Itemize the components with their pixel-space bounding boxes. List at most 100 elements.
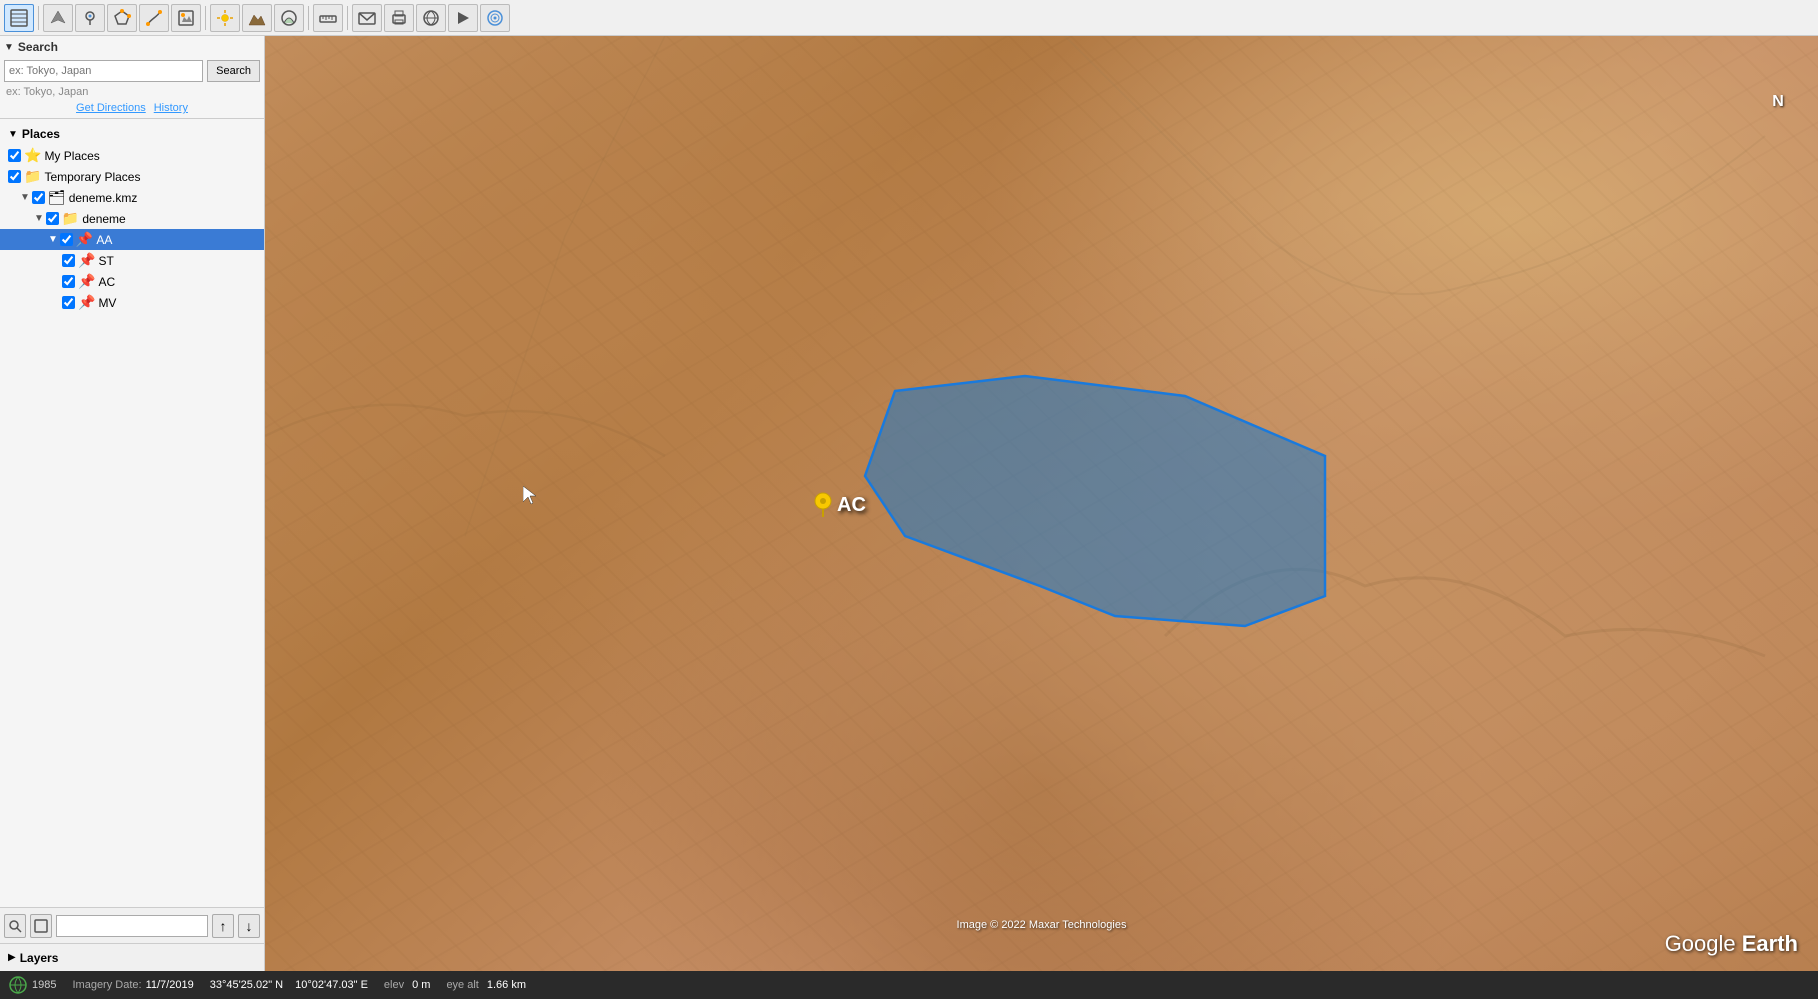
layers-panel[interactable]: ▶ Layers [0,943,264,971]
sidebar-up-btn[interactable]: ↑ [212,914,234,938]
my-places-label: My Places [44,149,99,163]
deneme-checkbox[interactable] [46,212,59,225]
status-globe-icon [8,975,28,995]
status-coords: 33°45'25.02" N 10°02'47.03" E [210,979,368,991]
map-view[interactable]: AC N Image © 2022 Maxar Technologies Goo… [265,36,1818,971]
toolbar-kml[interactable] [416,4,446,32]
toolbar-email[interactable] [352,4,382,32]
tree-item-st[interactable]: 📌 ST [0,250,264,271]
north-label: N [1772,93,1784,111]
mv-checkbox[interactable] [62,296,75,309]
my-places-icon: ⭐ [24,147,41,164]
search-row: Search [4,60,260,82]
status-eye-alt: eye alt 1.66 km [446,979,526,991]
toolbar-sky[interactable] [274,4,304,32]
toolbar-layers-toggle[interactable] [480,4,510,32]
layers-label: Layers [20,951,59,965]
tree-item-aa[interactable]: ▼ 📌 AA [0,229,264,250]
tree-item-temp-places[interactable]: 📁 Temporary Places [0,166,264,187]
toolbar-movie[interactable] [448,4,478,32]
google-text: Google [1665,931,1742,956]
ac-checkbox[interactable] [62,275,75,288]
toolbar-terrain[interactable] [242,4,272,32]
eye-alt-value: 1.66 km [487,979,526,991]
toolbar-add-path[interactable] [139,4,169,32]
temp-places-label: Temporary Places [44,170,140,184]
search-title: Search [18,40,58,54]
deneme-kmz-checkbox[interactable] [32,191,45,204]
places-header[interactable]: ▼ Places [0,123,264,145]
sidebar-bottom-bar: ↑ ↓ [0,907,264,943]
imagery-date-label: Imagery Date: [72,979,141,991]
ac-label: AC [98,275,115,289]
search-button[interactable]: Search [207,60,260,82]
status-year: 1985 [32,979,56,991]
toolbar-add-placemark[interactable] [75,4,105,32]
eye-alt-label: eye alt [446,979,478,991]
deneme-kmz-arrow: ▼ [20,192,30,203]
history-link[interactable]: History [154,102,188,114]
tree-item-deneme-kmz[interactable]: ▼ 🗂 deneme.kmz [0,187,264,208]
aa-label: AA [96,233,112,247]
aa-arrow: ▼ [48,234,58,245]
status-bar: 1985 Imagery Date: 11/7/2019 33°45'25.02… [0,971,1818,999]
google-earth-brand: Google Earth [1665,931,1798,957]
ac-polygon-svg [265,36,1818,971]
search-panel: ▼ Search Search ex: Tokyo, Japan Get Dir… [0,36,264,119]
lon-value: 10°02'47.03" E [295,979,368,991]
deneme-kmz-label: deneme.kmz [69,191,138,205]
elev-value: 0 m [412,979,430,991]
toolbar-globe-view[interactable] [4,4,34,32]
sidebar-search-field[interactable] [56,915,208,937]
toolbar-add-overlay[interactable] [171,4,201,32]
st-icon: 📌 [78,252,95,269]
tree-item-ac[interactable]: 📌 AC [0,271,264,292]
tree-item-my-places[interactable]: ⭐ My Places [0,145,264,166]
toolbar-add-polygon[interactable] [107,4,137,32]
toolbar-ruler[interactable] [313,4,343,32]
toolbar-sep-3 [308,6,309,30]
my-places-checkbox[interactable] [8,149,21,162]
sidebar-down-btn[interactable]: ↓ [238,914,260,938]
sidebar-layers-btn[interactable] [30,914,52,938]
toolbar-fly-to[interactable] [43,4,73,32]
temp-places-icon: 📁 [24,168,41,185]
sidebar: ▼ Search Search ex: Tokyo, Japan Get Dir… [0,36,265,971]
search-links: Get Directions History [4,102,260,114]
north-indicator: N [1762,86,1794,118]
deneme-arrow: ▼ [34,213,44,224]
aa-checkbox[interactable] [60,233,73,246]
earth-text: Earth [1742,931,1798,956]
elev-label: elev [384,979,404,991]
places-panel: ▼ Places ⭐ My Places 📁 Temporary Places … [0,119,264,907]
status-globe: 1985 [8,975,56,995]
search-hint: ex: Tokyo, Japan [4,86,260,98]
tree-item-mv[interactable]: 📌 MV [0,292,264,313]
get-directions-link[interactable]: Get Directions [76,102,146,114]
temp-places-checkbox[interactable] [8,170,21,183]
tree-item-deneme[interactable]: ▼ 📁 deneme [0,208,264,229]
deneme-label: deneme [82,212,125,226]
toolbar-print[interactable] [384,4,414,32]
places-arrow: ▼ [8,129,18,140]
search-arrow: ▼ [4,42,14,53]
mv-label: MV [98,296,116,310]
search-input[interactable] [4,60,203,82]
ac-map-label: AC [813,491,866,519]
ac-icon: 📌 [78,273,95,290]
toolbar-sep-1 [38,6,39,30]
imagery-date-value: 11/7/2019 [146,979,194,991]
toolbar-sep-2 [205,6,206,30]
status-imagery-date: Imagery Date: 11/7/2019 [72,979,193,991]
ac-text-label: AC [837,494,866,517]
sidebar-search-btn[interactable] [4,914,26,938]
ac-pin-icon [813,491,833,519]
search-header[interactable]: ▼ Search [4,40,260,54]
aa-icon: 📌 [76,231,93,248]
map-copyright: Image © 2022 Maxar Technologies [957,919,1127,931]
main-area: ▼ Search Search ex: Tokyo, Japan Get Dir… [0,36,1818,971]
toolbar-sun[interactable] [210,4,240,32]
st-label: ST [98,254,113,268]
mv-icon: 📌 [78,294,95,311]
st-checkbox[interactable] [62,254,75,267]
